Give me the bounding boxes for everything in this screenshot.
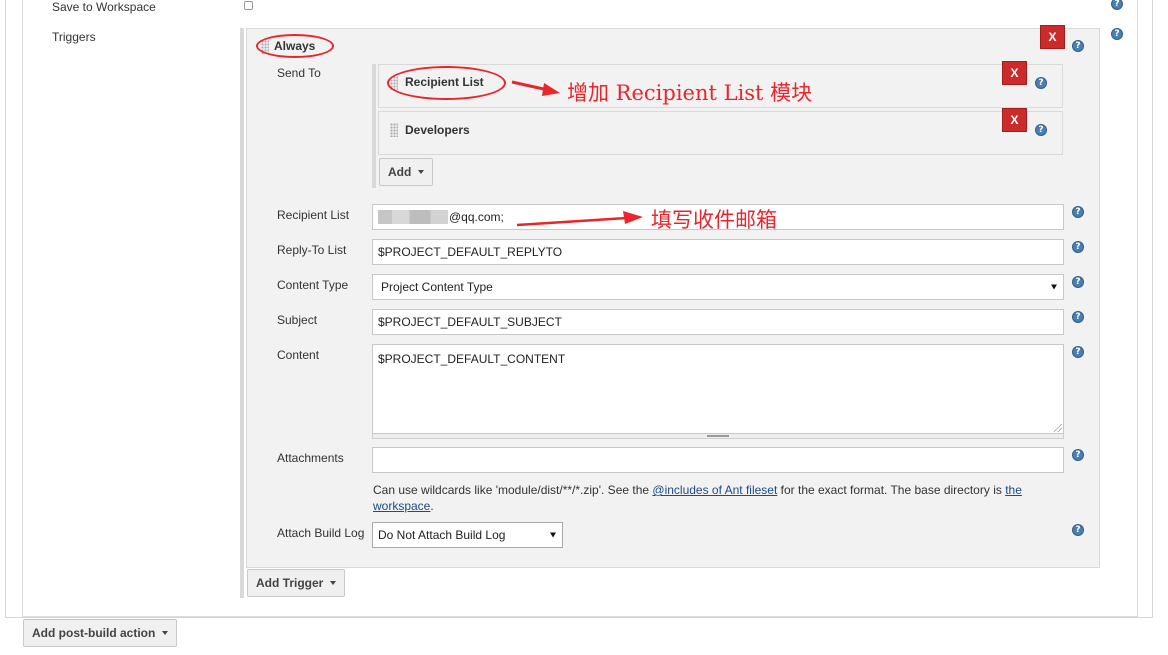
recipient-list-label: Recipient List xyxy=(277,208,350,222)
add-trigger-button[interactable]: Add Trigger xyxy=(247,569,346,597)
help-icon[interactable]: ? xyxy=(1072,346,1084,358)
chevron-down-icon xyxy=(330,581,337,585)
trigger-left-bar xyxy=(240,28,244,598)
reply-to-label: Reply-To List xyxy=(277,243,347,257)
close-icon: X xyxy=(1010,66,1019,80)
annotation-circle-always xyxy=(256,34,334,58)
help-icon[interactable]: ? xyxy=(1072,206,1084,218)
reply-to-input[interactable]: $PROJECT_DEFAULT_REPLYTO xyxy=(372,239,1064,265)
annotation-circle-recipient-list xyxy=(387,66,506,100)
annotation-email-note: 填写收件邮箱 xyxy=(651,208,777,232)
redacted-email-prefix xyxy=(378,210,448,224)
annotation-arrow-recipient-list xyxy=(511,80,560,96)
close-icon: X xyxy=(1010,113,1019,127)
subject-label: Subject xyxy=(277,313,318,327)
developers-title: Developers xyxy=(405,123,470,137)
help-icon[interactable]: ? xyxy=(1035,77,1047,89)
annotation-recipient-list-note: 增加 Recipient List 模块 xyxy=(567,81,813,105)
help-icon[interactable]: ? xyxy=(1072,40,1084,52)
attachments-input[interactable] xyxy=(372,447,1064,473)
annotation-arrow-email xyxy=(516,211,643,227)
subject-input[interactable]: $PROJECT_DEFAULT_SUBJECT xyxy=(372,309,1064,335)
attachments-label: Attachments xyxy=(277,451,344,465)
ant-fileset-link[interactable]: @includes of Ant fileset xyxy=(652,483,777,497)
content-type-select[interactable]: Project Content Type xyxy=(372,274,1064,300)
remove-developers-button[interactable]: X xyxy=(1002,108,1027,132)
resize-grip-icon[interactable] xyxy=(1054,424,1062,432)
help-icon[interactable]: ? xyxy=(1111,28,1123,40)
attach-build-log-label: Attach Build Log xyxy=(277,526,365,540)
help-icon[interactable]: ? xyxy=(1072,449,1084,461)
help-icon[interactable]: ? xyxy=(1072,241,1084,253)
remove-recipient-list-button[interactable]: X xyxy=(1002,61,1027,85)
developers-block xyxy=(378,111,1063,155)
drag-handle-icon[interactable] xyxy=(390,123,398,137)
save-to-workspace-checkbox[interactable] xyxy=(244,1,253,10)
chevron-down-icon xyxy=(1051,284,1057,290)
content-label: Content xyxy=(277,348,320,362)
textarea-expand-handle[interactable] xyxy=(372,434,1064,439)
content-type-label: Content Type xyxy=(277,278,349,292)
send-to-left-bar xyxy=(372,64,376,188)
remove-trigger-button[interactable]: X xyxy=(1040,25,1065,49)
chevron-down-icon xyxy=(162,631,169,635)
help-icon[interactable]: ? xyxy=(1072,311,1084,323)
triggers-label: Triggers xyxy=(52,30,96,44)
add-post-build-action-button[interactable]: Add post-build action xyxy=(23,619,178,647)
content-textarea[interactable]: $PROJECT_DEFAULT_CONTENT xyxy=(372,344,1064,434)
chevron-down-icon xyxy=(418,170,425,174)
send-to-label: Send To xyxy=(277,66,321,80)
help-icon[interactable]: ? xyxy=(1072,276,1084,288)
add-recipient-button[interactable]: Add xyxy=(379,158,434,186)
help-icon[interactable]: ? xyxy=(1072,524,1084,536)
chevron-down-icon xyxy=(550,532,556,538)
save-to-workspace-label: Save to Workspace xyxy=(52,0,156,14)
help-icon[interactable]: ? xyxy=(1035,124,1047,136)
attach-build-log-select[interactable]: Do Not Attach Build Log xyxy=(372,522,563,548)
attachments-hint: Can use wildcards like 'module/dist/**/*… xyxy=(373,483,1022,513)
close-icon: X xyxy=(1048,30,1057,44)
